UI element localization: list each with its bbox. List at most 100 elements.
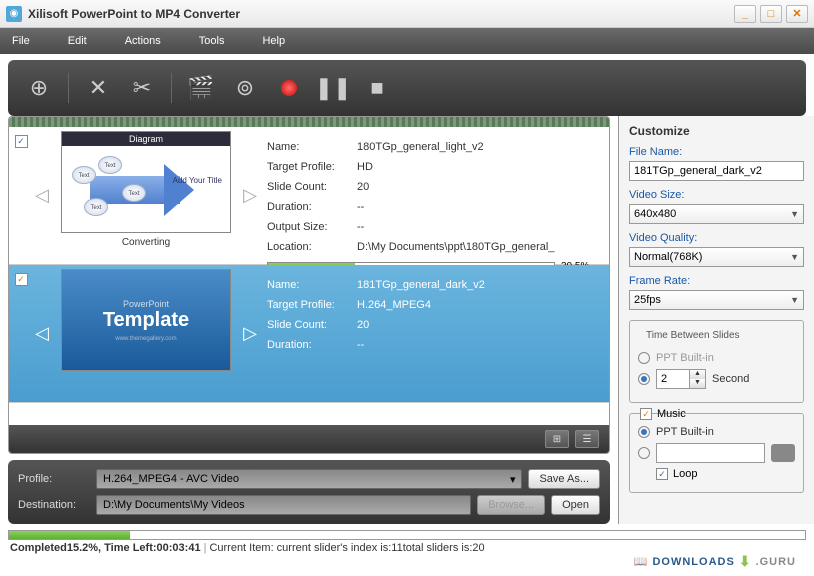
info-duration-label: Duration: xyxy=(267,201,357,213)
total-value: 20 xyxy=(472,542,484,554)
chevron-down-icon: ▼ xyxy=(790,209,799,219)
spin-down-icon[interactable]: ▼ xyxy=(690,379,705,388)
info-location-value: D:\My Documents\ppt\180TGp_general_ xyxy=(357,241,601,253)
list-ruler xyxy=(9,117,609,127)
overall-progress-fill xyxy=(9,531,130,539)
thumb-big-text: Template xyxy=(103,309,189,332)
output-settings-bar: Profile: H.264_MPEG4 - AVC Video▾ Save A… xyxy=(8,460,610,524)
time-between-fieldset: Time Between Slides PPT Built-in ▲▼ Seco… xyxy=(629,320,804,403)
total-label: total sliders is: xyxy=(403,542,473,554)
customize-title: Customize xyxy=(629,124,804,138)
item-checkbox[interactable]: ✓ xyxy=(15,135,28,148)
clear-icon[interactable]: ✂ xyxy=(127,73,157,103)
stop-icon[interactable]: ■ xyxy=(362,73,392,103)
info-name-value: 180TGp_general_light_v2 xyxy=(357,141,601,153)
videosize-label: Video Size: xyxy=(629,189,804,201)
completed-pct: 15.2% xyxy=(67,542,98,554)
list-view-button[interactable]: ☰ xyxy=(575,430,599,448)
remove-icon[interactable]: ✕ xyxy=(83,73,113,103)
open-button[interactable]: Open xyxy=(551,495,600,515)
next-slide-arrow[interactable]: ▷ xyxy=(241,265,259,402)
music-ppt-builtin-radio[interactable] xyxy=(638,426,650,438)
current-item-label: Current Item: current slider's index is: xyxy=(209,542,391,554)
seconds-spinner[interactable]: ▲▼ xyxy=(656,369,706,389)
close-button[interactable]: ✕ xyxy=(786,5,808,23)
settings-icon[interactable]: ⊚ xyxy=(230,73,260,103)
prev-slide-arrow[interactable]: ◁ xyxy=(33,265,51,402)
framerate-select[interactable]: 25fps▼ xyxy=(629,290,804,310)
menu-file[interactable]: File xyxy=(12,35,30,47)
item-checkbox[interactable]: ✓ xyxy=(15,273,28,286)
profile-dropdown[interactable]: H.264_MPEG4 - AVC Video▾ xyxy=(96,469,522,489)
filename-label: File Name: xyxy=(629,146,804,158)
info-profile-value: HD xyxy=(357,161,601,173)
loop-label: Loop xyxy=(673,468,697,480)
info-profile-label: Target Profile: xyxy=(267,161,357,173)
music-checkbox[interactable]: ✓ xyxy=(640,408,652,420)
watermark: 📖 DOWNLOADS ⬇ .GURU xyxy=(634,553,796,570)
music-fieldset: ✓Music PPT Built-in ✓Loop xyxy=(629,413,804,493)
toolbar-separator xyxy=(68,73,69,103)
prev-slide-arrow[interactable]: ◁ xyxy=(33,127,51,264)
slide-thumbnail: PowerPoint Template www.themegallery.com xyxy=(61,269,231,371)
maximize-button[interactable]: □ xyxy=(760,5,782,23)
thumb-subtitle: Add Your Title xyxy=(173,176,222,185)
music-file-radio[interactable] xyxy=(638,447,650,459)
record-icon[interactable] xyxy=(274,73,304,103)
filename-input[interactable] xyxy=(629,161,804,181)
slide-thumbnail: Diagram Text Text Text Text Add Your Tit… xyxy=(61,131,231,233)
info-duration-label: Duration: xyxy=(267,339,357,351)
ppt-builtin-label: PPT Built-in xyxy=(656,352,714,364)
time-left-value: 00:03:41 xyxy=(157,542,201,554)
info-name-label: Name: xyxy=(267,279,357,291)
browse-button[interactable]: Browse... xyxy=(477,495,545,515)
title-bar: Xilisoft PowerPoint to MP4 Converter _ □… xyxy=(0,0,814,28)
info-duration-value: -- xyxy=(357,339,601,351)
info-name-label: Name: xyxy=(267,141,357,153)
list-item[interactable]: ✓ ◁ Diagram Text Text Text Text Add Your… xyxy=(9,127,609,265)
quality-select[interactable]: Normal(768K)▼ xyxy=(629,247,804,267)
menu-bar: File Edit Actions Tools Help xyxy=(0,28,814,54)
music-file-input[interactable] xyxy=(656,443,765,463)
info-slides-label: Slide Count: xyxy=(267,181,357,193)
app-icon xyxy=(6,6,22,22)
list-toolbar: ⊞ ☰ xyxy=(9,425,609,453)
book-icon: 📖 xyxy=(634,555,649,568)
seconds-input[interactable] xyxy=(657,370,689,388)
clapper-icon[interactable]: 🎬 xyxy=(186,73,216,103)
chevron-down-icon: ▼ xyxy=(790,295,799,305)
info-duration-value: -- xyxy=(357,201,601,213)
destination-field[interactable]: D:\My Documents\My Videos xyxy=(96,495,471,515)
info-output-label: Output Size: xyxy=(267,221,357,233)
seconds-radio[interactable] xyxy=(638,373,650,385)
save-as-button[interactable]: Save As... xyxy=(528,469,600,489)
next-slide-arrow[interactable]: ▷ xyxy=(241,127,259,264)
menu-edit[interactable]: Edit xyxy=(68,35,87,47)
menu-actions[interactable]: Actions xyxy=(125,35,161,47)
music-title: Music xyxy=(657,408,686,420)
toolbar-separator xyxy=(171,73,172,103)
completed-prefix: Completed xyxy=(10,542,67,554)
toolbar: ⊕ ✕ ✂ 🎬 ⊚ ❚❚ ■ xyxy=(8,60,806,116)
window-title: Xilisoft PowerPoint to MP4 Converter xyxy=(28,7,734,21)
thumbnail-view-button[interactable]: ⊞ xyxy=(545,430,569,448)
current-index: 11 xyxy=(391,542,402,554)
pause-icon[interactable]: ❚❚ xyxy=(318,73,348,103)
info-output-value: -- xyxy=(357,221,601,233)
list-item[interactable]: ✓ ◁ PowerPoint Template www.themegallery… xyxy=(9,265,609,403)
add-file-icon[interactable]: ⊕ xyxy=(24,73,54,103)
videosize-select[interactable]: 640x480▼ xyxy=(629,204,804,224)
loop-checkbox[interactable]: ✓ xyxy=(656,468,668,480)
menu-tools[interactable]: Tools xyxy=(199,35,225,47)
menu-help[interactable]: Help xyxy=(262,35,285,47)
minimize-button[interactable]: _ xyxy=(734,5,756,23)
time-between-title: Time Between Slides xyxy=(642,330,744,341)
info-profile-label: Target Profile: xyxy=(267,299,357,311)
browse-folder-icon[interactable] xyxy=(771,444,795,462)
ppt-builtin-radio[interactable] xyxy=(638,352,650,364)
info-slides-label: Slide Count: xyxy=(267,319,357,331)
spin-up-icon[interactable]: ▲ xyxy=(690,370,705,379)
seconds-label: Second xyxy=(712,373,749,385)
status-bar: Completed 15.2% , Time Left: 00:03:41 | … xyxy=(0,530,814,576)
info-name-value: 181TGp_general_dark_v2 xyxy=(357,279,601,291)
